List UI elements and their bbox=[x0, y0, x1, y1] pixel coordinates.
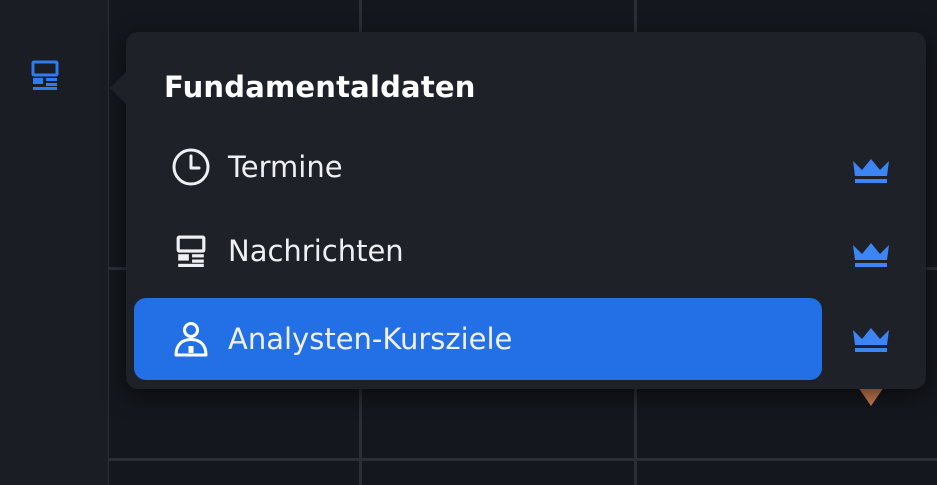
clock-icon bbox=[170, 146, 212, 188]
grid-line bbox=[109, 458, 937, 461]
sidebar-fundamentals-button[interactable] bbox=[28, 58, 62, 92]
crown-icon[interactable] bbox=[850, 157, 892, 185]
menu-item-label: Termine bbox=[228, 150, 343, 184]
crown-icon[interactable] bbox=[850, 241, 892, 269]
news-icon bbox=[31, 60, 59, 90]
menu-item-analysten-kursziele[interactable]: Analysten-Kursziele bbox=[134, 298, 822, 380]
menu-item-nachrichten[interactable]: Nachrichten bbox=[134, 210, 822, 292]
analyst-icon bbox=[170, 318, 212, 360]
popup-arrow bbox=[110, 70, 128, 106]
left-sidebar bbox=[0, 0, 109, 485]
news-icon bbox=[170, 230, 212, 272]
menu-item-label: Analysten-Kursziele bbox=[228, 322, 513, 356]
fundamentals-popup: Fundamentaldaten Termine Nachrichten Ana… bbox=[110, 32, 926, 389]
menu-item-termine[interactable]: Termine bbox=[134, 126, 822, 208]
crown-icon[interactable] bbox=[850, 326, 892, 354]
popup-title: Fundamentaldaten bbox=[164, 70, 476, 104]
menu-item-label: Nachrichten bbox=[228, 234, 404, 268]
